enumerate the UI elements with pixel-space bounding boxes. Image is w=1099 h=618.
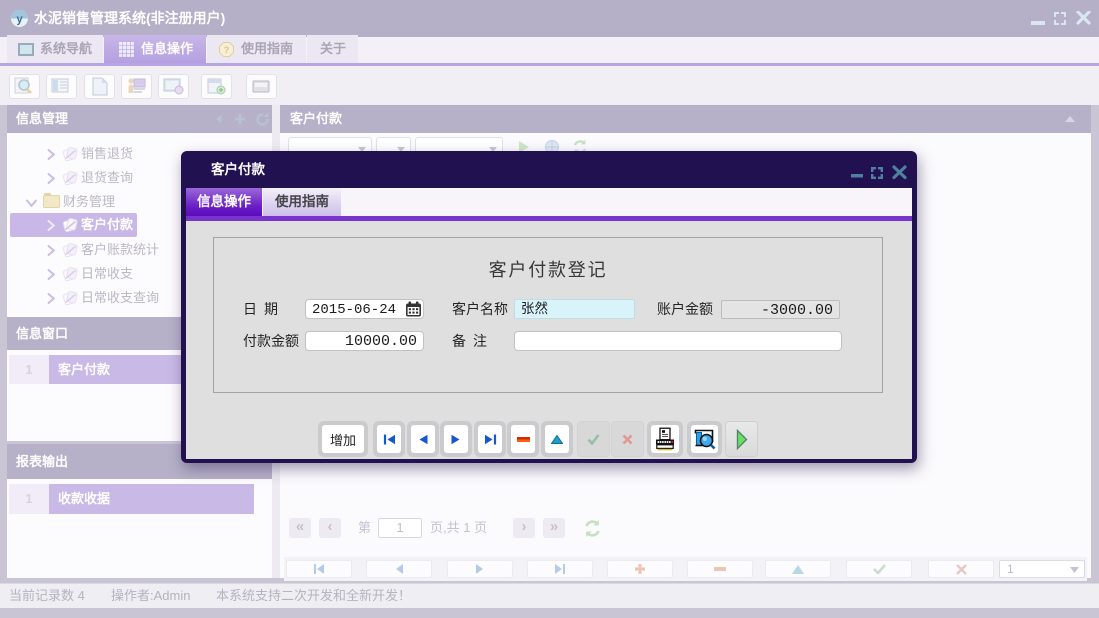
svg-text:y: y	[16, 14, 23, 26]
svg-text:?: ?	[224, 45, 230, 55]
